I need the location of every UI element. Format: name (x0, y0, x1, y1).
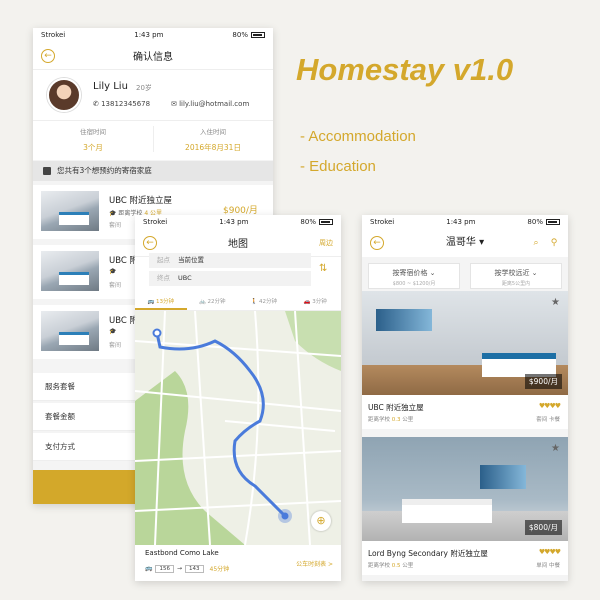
nav-bar: ← 温哥华 ▾ ⌕ ⚲ (362, 229, 568, 257)
calendar-icon (43, 167, 51, 175)
rating: ♥♥♥♥ (538, 402, 561, 410)
tab-walk[interactable]: 🚶 42分钟 (238, 295, 290, 310)
clock: 1:43 pm (134, 31, 164, 39)
avatar (47, 78, 81, 112)
map-screen: Strokei 1:43 pm 80% ← 地图 周边 起点 当前位置 终点 UBC… (135, 215, 341, 581)
profile-card: Lily Liu 20岁 ✆ 13812345678 ✉ lily.liu@ho… (33, 70, 273, 160)
back-arrow-icon[interactable]: ← (41, 49, 55, 63)
status-bar: Strokei 1:43 pm 80% (135, 215, 341, 229)
school-icon: 🎓 (109, 210, 119, 217)
mail-icon: ✉ (171, 100, 180, 108)
distance-filter[interactable]: 按学校远近 ⌄ 距离5公里内 (470, 263, 562, 289)
stay-duration: 住宿时间 3个月 (80, 128, 106, 152)
feature-item: - Accommodation (300, 128, 416, 145)
origin-field[interactable]: 起点 当前位置 (149, 253, 311, 268)
bus-schedule-link[interactable]: 公车时刻表 > (296, 559, 333, 568)
battery-icon (545, 219, 560, 225)
school-icon: 🎓 (109, 328, 117, 335)
user-age: 20岁 (136, 84, 152, 92)
rating: ♥♥♥♥ (538, 548, 561, 556)
listing-price: $900/月 (524, 374, 562, 389)
locate-icon[interactable]: ⊕ (311, 511, 331, 531)
search-icon[interactable]: ⌕ (530, 237, 542, 249)
headline: Homestay v1.0 (296, 52, 514, 87)
page-title: 地图 (228, 239, 248, 250)
route-inputs: 起点 当前位置 终点 UBC (149, 253, 311, 287)
tab-bike[interactable]: 🚲 22分钟 (187, 295, 239, 310)
home-photo (41, 191, 99, 231)
swap-icon[interactable]: ⇅ (319, 263, 327, 274)
feature-list: - Accommodation - Education (300, 122, 416, 182)
status-bar: Strokei 1:43 pm 80% (33, 28, 273, 42)
tab-bus[interactable]: 🚌 13分钟 (135, 295, 187, 310)
listing-title: UBC 附近独立屋 (368, 403, 424, 412)
phone-icon: ✆ (93, 100, 102, 108)
listing-photo: ★ $800/月 (362, 437, 568, 541)
favorite-star-icon[interactable]: ★ (551, 297, 560, 308)
checkin-date: 入住时间 2016年8月31日 (185, 128, 241, 152)
listing-card[interactable]: ★ $800/月 Lord Byng Secondary 附近独立屋 距离学校 … (362, 437, 568, 575)
page-title: 确认信息 (133, 52, 173, 63)
user-phone: ✆ 13812345678 (93, 100, 151, 108)
map-graphic (135, 311, 341, 545)
school-icon: 🎓 (109, 268, 117, 275)
home-photo (41, 311, 99, 351)
battery-icon (250, 32, 265, 38)
tab-car[interactable]: 🚗 3分钟 (290, 295, 342, 310)
listing-price: $800/月 (524, 520, 562, 535)
price-filter[interactable]: 按寄宿价格 ⌄ $800 ~ $1200/月 (368, 263, 460, 289)
divider (33, 120, 273, 121)
battery: 80% (232, 31, 265, 39)
bus-icon: 🚌 (145, 565, 153, 572)
back-arrow-icon[interactable]: ← (370, 236, 384, 250)
location-pin-icon[interactable]: ⚲ (548, 237, 560, 249)
listing-photo: ★ $900/月 (362, 291, 568, 395)
listing-screen: Strokei 1:43 pm 80% ← 温哥华 ▾ ⌕ ⚲ 按寄宿价格 ⌄ … (362, 215, 568, 581)
carrier: Strokei (41, 31, 66, 39)
feature-item: - Education (300, 158, 376, 175)
home-photo (41, 251, 99, 291)
battery-icon (318, 219, 333, 225)
map-view[interactable]: ⊕ (135, 311, 341, 545)
status-bar: Strokei 1:43 pm 80% (362, 215, 568, 229)
back-arrow-icon[interactable]: ← (143, 236, 157, 250)
listing-card[interactable]: ★ $900/月 UBC 附近独立屋 距离学校 0.3 公里 ♥♥♥♥ 套间 卡… (362, 291, 568, 429)
route-summary[interactable]: Eastbond Como Lake 🚌 156 → 143 45分钟 公车时刻表 … (135, 545, 341, 581)
user-email: ✉ lily.liu@hotmail.com (171, 100, 250, 108)
transport-tabs: 🚌 13分钟 🚲 22分钟 🚶 42分钟 🚗 3分钟 (135, 295, 341, 311)
nav-bar: ← 确认信息 (33, 42, 273, 70)
user-name: Lily Liu (93, 81, 128, 92)
city-selector[interactable]: 温哥华 ▾ (446, 237, 484, 248)
selection-banner: 您共有3个想预约的寄宿家庭 (33, 161, 273, 181)
nearby-link[interactable]: 周边 (319, 238, 333, 248)
listing-title: Lord Byng Secondary 附近独立屋 (368, 549, 488, 558)
destination-field[interactable]: 终点 UBC (149, 271, 311, 286)
filter-bar: 按寄宿价格 ⌄ $800 ~ $1200/月 按学校远近 ⌄ 距离5公里内 (362, 257, 568, 291)
favorite-star-icon[interactable]: ★ (551, 443, 560, 454)
